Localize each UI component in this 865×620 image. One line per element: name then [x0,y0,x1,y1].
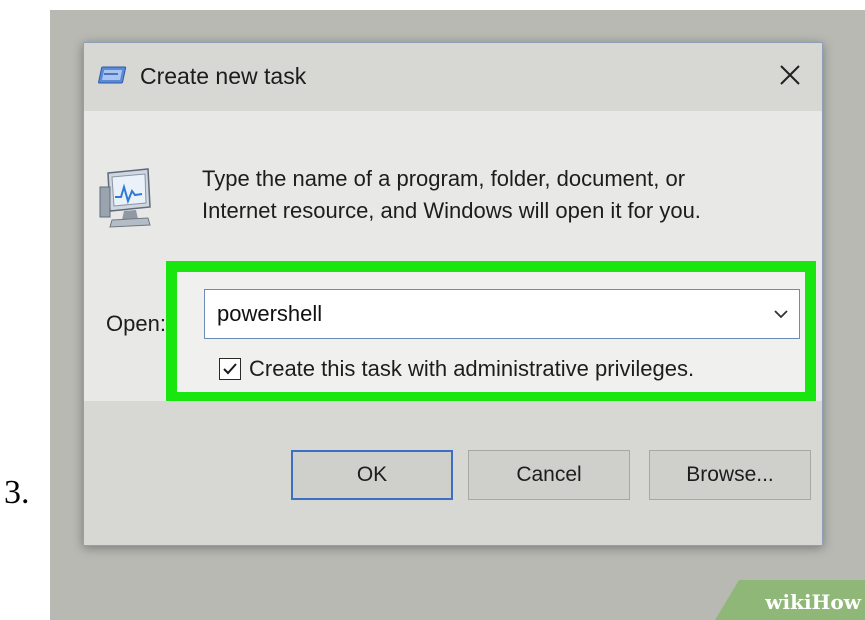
open-label: Open: [106,311,166,336]
chevron-down-icon [774,310,788,319]
run-dialog-icon [98,66,128,86]
admin-privileges-checkbox[interactable] [219,358,241,380]
close-button[interactable] [770,57,810,93]
screenshot-area: Create new task Type the name of a progr… [50,10,865,620]
open-combobox[interactable] [204,289,800,339]
ok-button[interactable]: OK [291,450,453,500]
wikihow-watermark: wikiHow [715,580,865,620]
dialog-description: Type the name of a program, folder, docu… [202,163,802,227]
step-number: 3. [4,474,30,511]
open-input[interactable] [205,290,755,338]
page: 3. Create new task Type the name of a pr… [0,0,865,620]
watermark-text: wikiHow [765,590,861,614]
dialog-content: Type the name of a program, folder, docu… [84,111,822,403]
description-line-1: Type the name of a program, folder, docu… [202,166,686,191]
browse-button[interactable]: Browse... [649,450,811,500]
admin-privileges-label: Create this task with administrative pri… [249,356,695,381]
computer-monitor-icon [98,167,156,229]
description-line-2: Internet resource, and Windows will open… [202,198,701,223]
create-new-task-dialog: Create new task Type the name of a progr… [83,42,823,546]
dialog-titlebar[interactable]: Create new task [84,43,822,111]
dialog-button-bar: OK Cancel Browse... [84,401,822,545]
cancel-button[interactable]: Cancel [468,450,630,500]
checkmark-icon [223,363,237,375]
dialog-title: Create new task [140,63,307,89]
close-icon [780,65,800,85]
dropdown-arrow[interactable] [769,302,793,326]
